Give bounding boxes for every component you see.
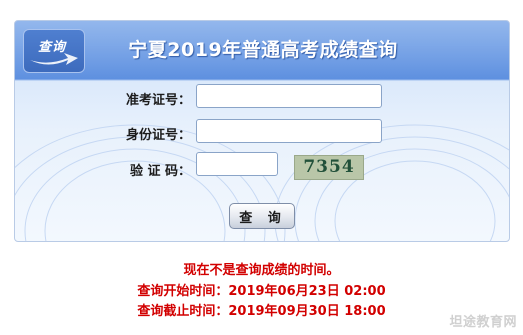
query-button[interactable]: 查 询 (229, 203, 295, 229)
id-number-input[interactable] (196, 119, 382, 143)
exam-number-label: 准考证号： (125, 93, 191, 108)
captcha-image[interactable]: 7354 (294, 155, 364, 180)
page-title: 宁夏2019年普通高考成绩查询 (128, 39, 398, 61)
exam-number-input[interactable] (196, 84, 382, 108)
site-watermark: 坦途教育网 (449, 315, 517, 330)
notice-start-time: 查询开始时间：2019年06月23日 02:00 (137, 284, 386, 299)
query-panel: 查询 宁夏2019年普通高考成绩查询 准考证号： 身份证号： 验 证 码： 73… (14, 20, 510, 242)
notice-end-time: 查询截止时间：2019年09月30日 18:00 (137, 304, 386, 319)
notice-closed: 现在不是查询成绩的时间。 (183, 263, 340, 278)
id-number-label: 身份证号： (125, 128, 191, 143)
captcha-input[interactable] (196, 152, 278, 176)
captcha-label: 验 证 码： (129, 164, 191, 179)
